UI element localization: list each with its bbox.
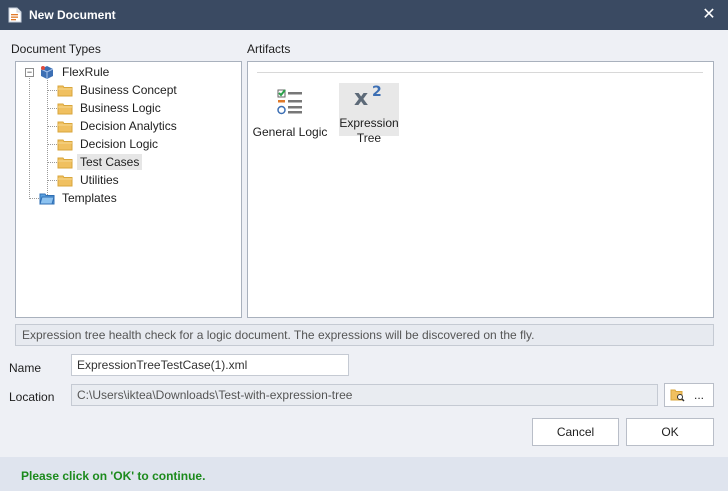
document-types-tree[interactable]: − FlexRule Business Concept Business Log… — [15, 61, 242, 318]
document-types-label: Document Types — [11, 42, 101, 56]
cancel-button[interactable]: Cancel — [532, 418, 619, 446]
browse-ellipsis: ... — [694, 388, 705, 402]
tree-line — [47, 108, 57, 109]
folder-icon — [57, 103, 73, 115]
artifact-general-logic[interactable]: General Logic — [253, 83, 327, 139]
artifacts-panel: General Logic x 2 Expression Tree — [247, 61, 714, 318]
tree-line — [47, 162, 57, 163]
tree-line — [47, 180, 57, 181]
name-input[interactable]: ExpressionTreeTestCase(1).xml — [71, 354, 349, 376]
browse-location-button[interactable]: ... — [664, 383, 714, 407]
artifact-label: Expression — [339, 116, 399, 130]
ok-button[interactable]: OK — [626, 418, 714, 446]
blue-folder-icon — [39, 193, 55, 205]
location-input[interactable]: C:\Users\iktea\Downloads\Test-with-expre… — [71, 384, 658, 406]
tree-line — [29, 198, 39, 199]
footer-message: Please click on 'OK' to continue. — [21, 469, 206, 483]
tree-node-label: Utilities — [80, 173, 119, 187]
divider — [257, 72, 703, 73]
flexrule-package-icon — [40, 66, 54, 79]
tree-node-label: Decision Analytics — [80, 119, 177, 133]
title-bar: New Document ✕ — [0, 0, 728, 30]
name-label: Name — [9, 361, 42, 375]
artifact-label: Tree — [356, 131, 382, 145]
artifact-expression-tree[interactable]: x 2 Expression Tree — [339, 83, 399, 145]
folder-icon — [57, 157, 73, 169]
tree-node-label: Decision Logic — [80, 137, 159, 151]
folder-icon — [57, 139, 73, 151]
tree-node-label: Test Cases — [77, 154, 143, 170]
folder-search-icon — [670, 389, 685, 402]
artifact-description: Expression tree health check for a logic… — [15, 324, 714, 346]
tree-node-label: FlexRule — [62, 65, 110, 79]
location-label: Location — [9, 390, 55, 404]
tree-line — [47, 144, 57, 145]
tree-line — [47, 126, 57, 127]
tree-line — [47, 90, 57, 91]
folder-icon — [57, 175, 73, 187]
window-title: New Document — [29, 8, 116, 22]
footer-bar: Please click on 'OK' to continue. — [0, 457, 728, 491]
dialog-body: Document Types − FlexRule Business Conce… — [0, 30, 728, 457]
tree-node-label: Business Logic — [80, 101, 161, 115]
artifacts-label: Artifacts — [247, 42, 291, 56]
artifact-label: General Logic — [252, 125, 328, 139]
checklist-icon — [277, 89, 302, 115]
superscript-x-icon: x 2 — [354, 84, 382, 111]
close-icon[interactable]: ✕ — [698, 4, 720, 26]
tree-node-label: Business Concept — [80, 83, 177, 97]
tree-line — [29, 78, 30, 199]
tree-node-label: Templates — [62, 191, 117, 205]
collapse-expander-icon[interactable]: − — [25, 68, 34, 77]
document-app-icon — [8, 7, 22, 23]
folder-icon — [57, 121, 73, 133]
folder-icon — [57, 85, 73, 97]
